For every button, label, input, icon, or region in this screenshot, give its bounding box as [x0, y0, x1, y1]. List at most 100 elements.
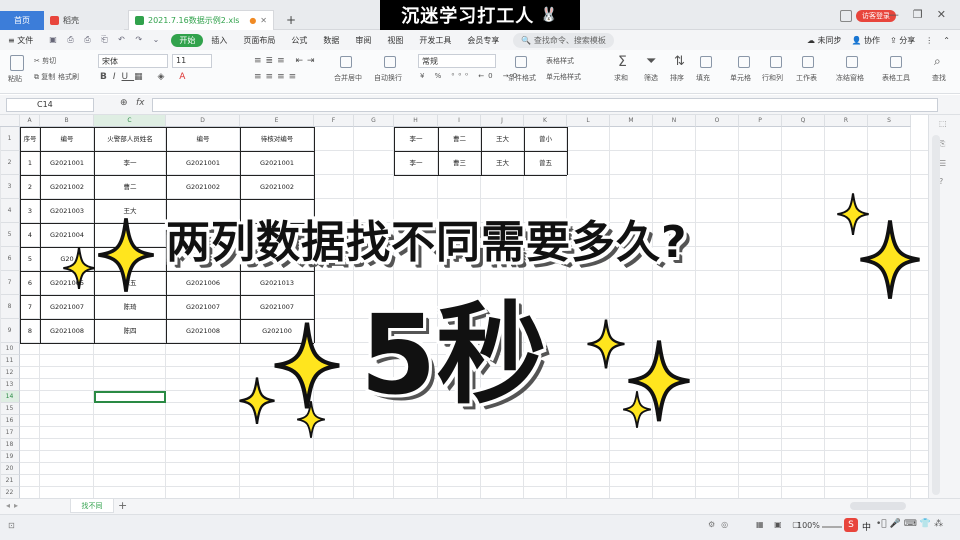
column-header-E[interactable]: E: [240, 115, 314, 127]
sogou-ime-icon[interactable]: S: [844, 518, 858, 532]
table1-cell[interactable]: 7: [20, 295, 40, 319]
table1-cell[interactable]: G2021001: [166, 151, 240, 175]
row-header-10[interactable]: 10: [0, 343, 20, 355]
table1-cell[interactable]: 李一: [94, 151, 166, 175]
menu-insert[interactable]: 插入: [203, 35, 235, 46]
paste-icon[interactable]: [10, 55, 24, 71]
table2-cell[interactable]: 曾小: [524, 127, 567, 151]
row-header-16[interactable]: 16: [0, 415, 20, 427]
cell-button[interactable]: 单元格: [730, 73, 751, 83]
cell-style-button[interactable]: 单元格样式: [546, 72, 581, 82]
vertical-scrollbar[interactable]: [932, 135, 940, 495]
table2-cell[interactable]: 王大: [481, 127, 524, 151]
row-header-14[interactable]: 14: [0, 391, 20, 403]
table-tools-button[interactable]: 表格工具: [882, 73, 910, 83]
zoom-level[interactable]: 100%: [797, 521, 820, 530]
close-tab-icon[interactable]: ✕: [260, 16, 267, 25]
more-icon[interactable]: ⋮: [925, 36, 933, 45]
collapse-ribbon-icon[interactable]: ⌃: [943, 36, 950, 45]
number-format-select[interactable]: 常规: [418, 54, 496, 68]
row-header-22[interactable]: 22: [0, 487, 20, 498]
table1-cell[interactable]: 陈琦: [94, 295, 166, 319]
table1-cell[interactable]: G2021002: [40, 175, 94, 199]
cond-format-button[interactable]: 条件格式: [508, 73, 536, 83]
column-header-K[interactable]: K: [524, 115, 567, 127]
align-buttons[interactable]: ≡≣≡ ⇤⇥: [254, 56, 319, 66]
new-tab-button[interactable]: +: [280, 10, 302, 30]
select-all-corner[interactable]: [0, 115, 20, 127]
table1-cell[interactable]: 8: [20, 319, 40, 343]
command-search-input[interactable]: 🔍 查找命令、搜索模板: [513, 32, 614, 48]
column-header-I[interactable]: I: [438, 115, 481, 127]
column-header-R[interactable]: R: [825, 115, 868, 127]
align-buttons-row2[interactable]: ≡≡≡≡: [254, 72, 300, 82]
table1-cell[interactable]: 1: [20, 151, 40, 175]
table1-cell[interactable]: G2021013: [240, 271, 314, 295]
row-header-1[interactable]: 1: [0, 127, 20, 151]
row-header-11[interactable]: 11: [0, 355, 20, 367]
menu-file[interactable]: ≡ 文件: [0, 35, 41, 46]
sum-button[interactable]: 求和: [614, 73, 628, 83]
table1-cell[interactable]: 5: [20, 247, 40, 271]
table1-cell[interactable]: G2021007: [40, 295, 94, 319]
row-header-2[interactable]: 2: [0, 151, 20, 175]
name-box[interactable]: C14: [6, 98, 94, 112]
table1-cell[interactable]: 曹二: [94, 175, 166, 199]
menu-view[interactable]: 视图: [379, 35, 411, 46]
row-header-6[interactable]: 6: [0, 247, 20, 271]
sheet-nav-arrows[interactable]: ◂▸: [6, 501, 22, 510]
column-header-Q[interactable]: Q: [782, 115, 825, 127]
freeze-button[interactable]: 冻结窗格: [836, 73, 864, 83]
table1-cell[interactable]: G2021008: [40, 319, 94, 343]
quick-access-icons[interactable]: ▣ ⎙ ⎙ ⎗ ↶ ↷ ⌄: [41, 35, 171, 45]
row-header-18[interactable]: 18: [0, 439, 20, 451]
fill-button[interactable]: 填充: [696, 73, 710, 83]
column-header-M[interactable]: M: [610, 115, 653, 127]
row-header-17[interactable]: 17: [0, 427, 20, 439]
font-select[interactable]: 宋体: [98, 54, 168, 68]
table1-cell[interactable]: G2021002: [240, 175, 314, 199]
active-cell-C14[interactable]: [94, 391, 166, 403]
table1-cell[interactable]: G2021006: [166, 271, 240, 295]
table1-cell[interactable]: 2: [20, 175, 40, 199]
status-icons[interactable]: ⚙◎: [708, 520, 734, 529]
table1-header-cell[interactable]: 编号: [166, 127, 240, 151]
column-header-J[interactable]: J: [481, 115, 524, 127]
column-header-P[interactable]: P: [739, 115, 782, 127]
table2-cell[interactable]: 李一: [394, 127, 438, 151]
sheet-tab-active[interactable]: 找不同: [70, 499, 114, 513]
row-header-15[interactable]: 15: [0, 403, 20, 415]
font-style-buttons[interactable]: BIU▦ ◈ A: [100, 72, 191, 82]
column-header-N[interactable]: N: [653, 115, 696, 127]
column-header-B[interactable]: B: [40, 115, 94, 127]
table1-cell[interactable]: 3: [20, 199, 40, 223]
table1-cell[interactable]: G2021007: [240, 295, 314, 319]
table1-header-cell[interactable]: 编号: [40, 127, 94, 151]
table1-cell[interactable]: 6: [20, 271, 40, 295]
sync-status[interactable]: ☁ 未同步: [807, 35, 842, 46]
row-header-9[interactable]: 9: [0, 319, 20, 343]
row-header-7[interactable]: 7: [0, 271, 20, 295]
table1-cell[interactable]: 4: [20, 223, 40, 247]
row-header-21[interactable]: 21: [0, 475, 20, 487]
table2-cell[interactable]: 李一: [394, 151, 438, 175]
minimize-icon[interactable]: —: [888, 8, 899, 21]
menu-start[interactable]: 开始: [171, 33, 204, 47]
horizontal-scrollbar[interactable]: [850, 502, 906, 510]
column-header-A[interactable]: A: [20, 115, 40, 127]
close-icon[interactable]: ✕: [937, 8, 946, 21]
row-header-20[interactable]: 20: [0, 463, 20, 475]
table1-cell[interactable]: G2021004: [40, 223, 94, 247]
collab-button[interactable]: 👤 协作: [852, 35, 881, 46]
menu-formula[interactable]: 公式: [283, 35, 315, 46]
table1-cell[interactable]: G2021001: [240, 151, 314, 175]
paste-label[interactable]: 粘贴: [8, 74, 22, 84]
table1-cell[interactable]: G2021002: [166, 175, 240, 199]
table1-cell[interactable]: G2021003: [40, 199, 94, 223]
column-header-F[interactable]: F: [314, 115, 354, 127]
table1-header-cell[interactable]: 序号: [20, 127, 40, 151]
column-header-C[interactable]: C: [94, 115, 166, 127]
panel-tune-icon[interactable]: ☰: [939, 159, 946, 168]
menu-page-layout[interactable]: 页面布局: [235, 35, 283, 46]
fx-icon[interactable]: fx: [136, 98, 145, 108]
